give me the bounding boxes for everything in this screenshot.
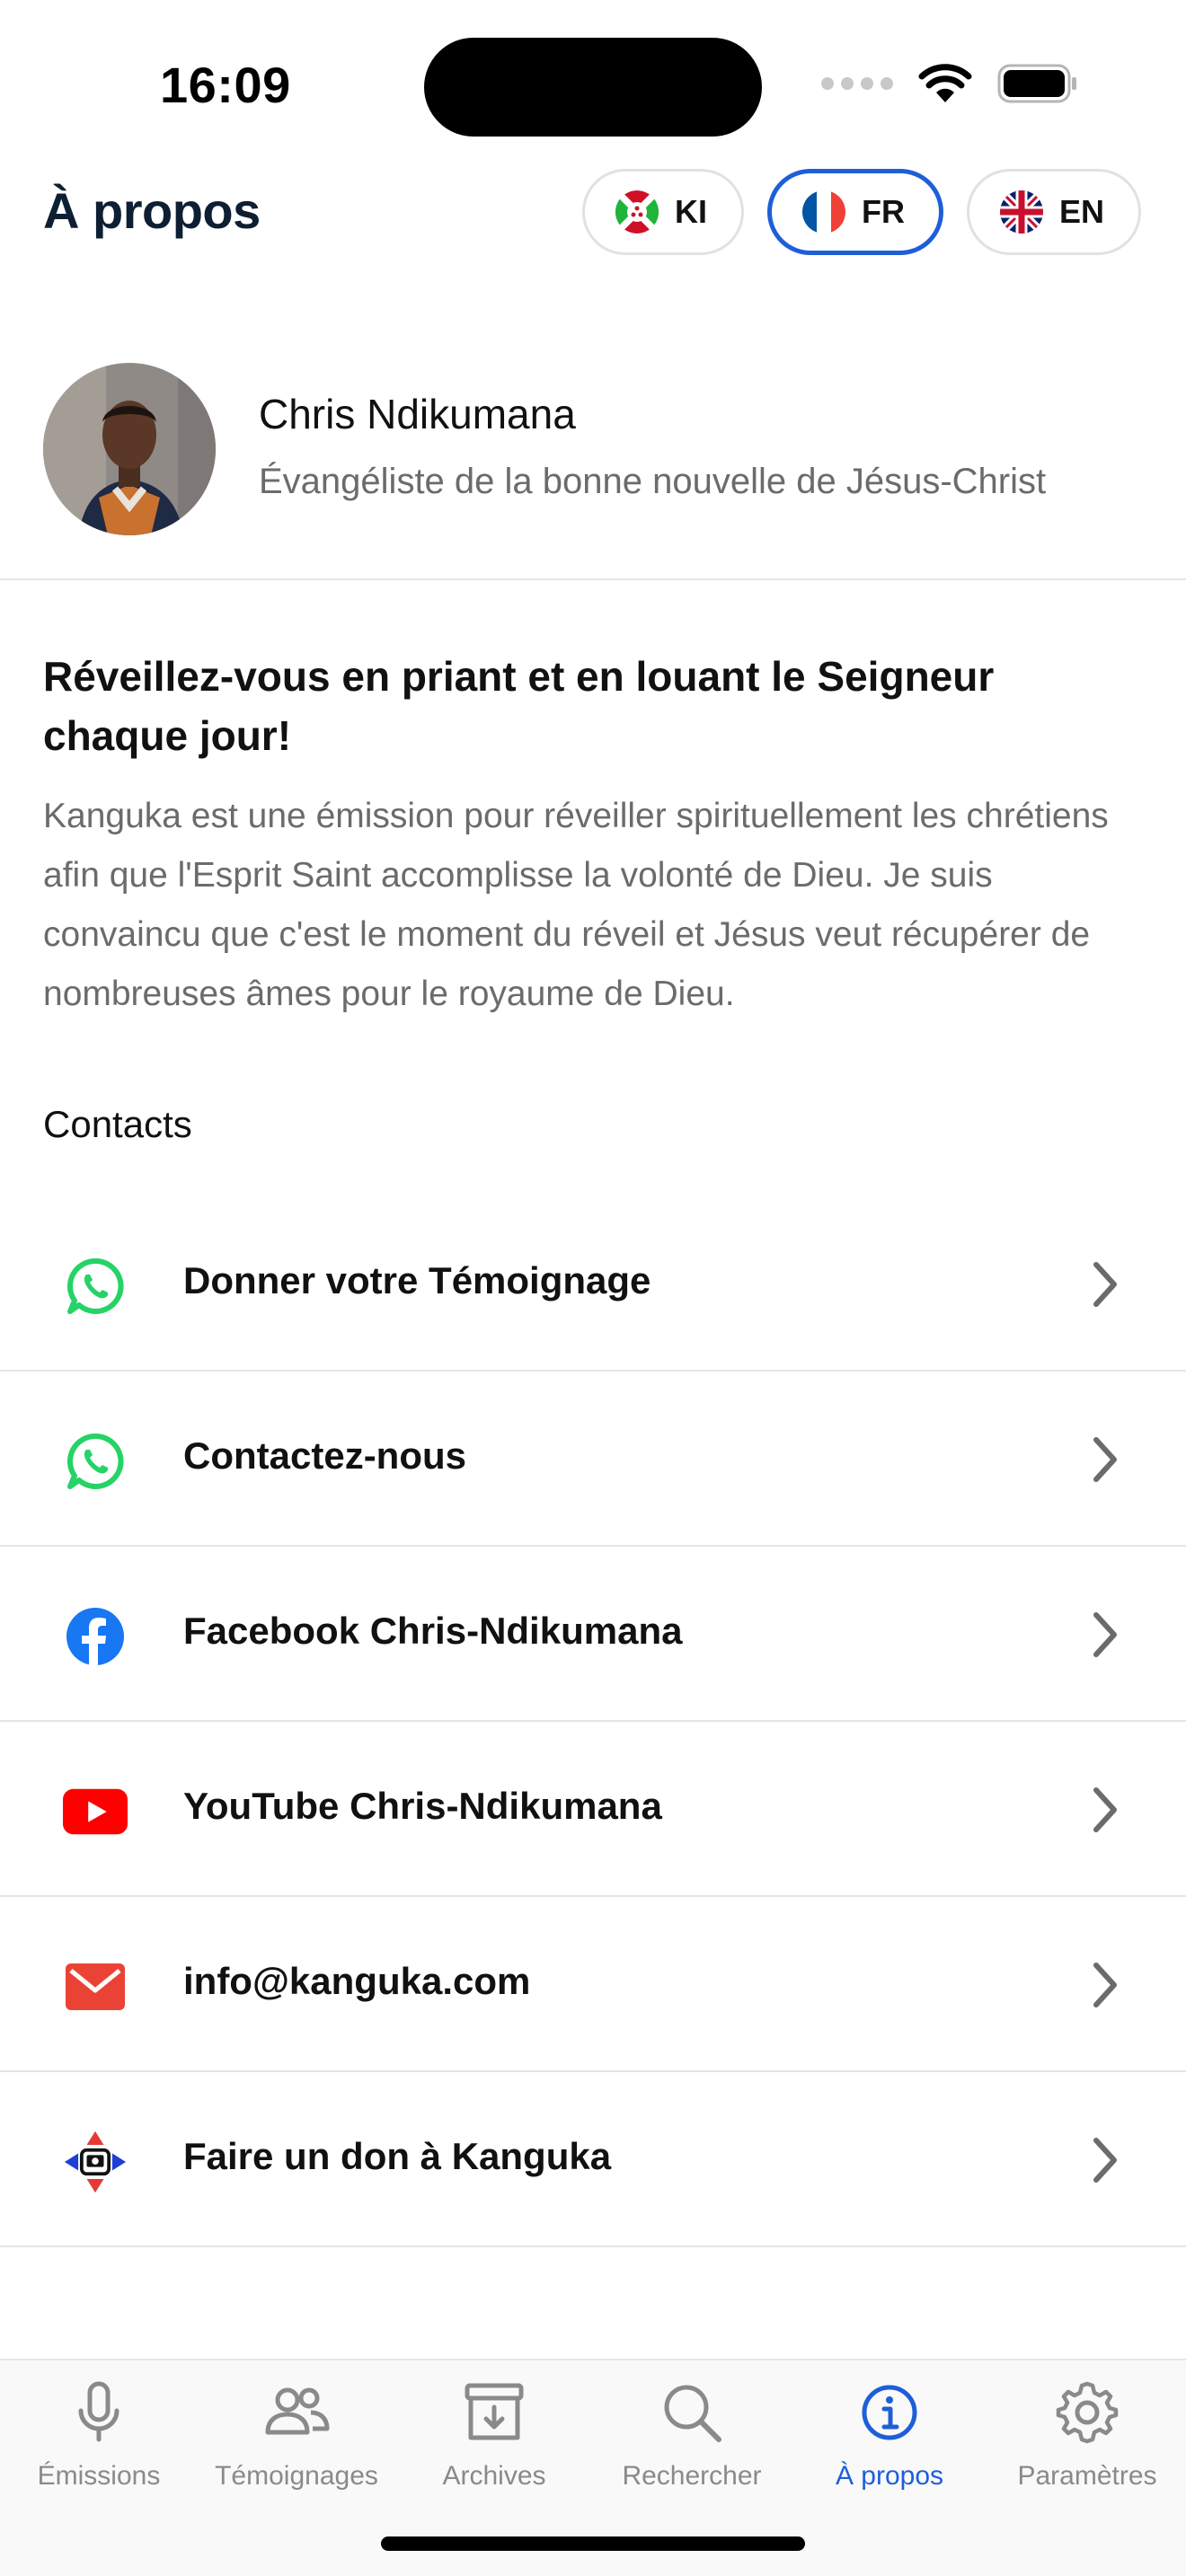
- page-title: À propos: [43, 182, 261, 239]
- contact-row-donate[interactable]: Faire un don à Kanguka: [0, 2072, 1186, 2247]
- tab-label: Rechercher: [622, 2461, 762, 2491]
- search-icon: [664, 2385, 721, 2442]
- status-indicators: [821, 63, 1078, 104]
- contact-label: Contactez-nous: [183, 1434, 466, 1477]
- tab-parametres[interactable]: Paramètres: [988, 2378, 1186, 2492]
- wifi-icon: [918, 64, 972, 102]
- contact-label: Facebook Chris-Ndikumana: [183, 1610, 683, 1652]
- uk-flag-icon: [999, 190, 1043, 234]
- home-indicator[interactable]: [381, 2536, 805, 2551]
- chevron-right-icon: [1093, 1437, 1117, 1482]
- language-fr-label: FR: [861, 193, 905, 230]
- archive-icon: [465, 2383, 524, 2440]
- tab-archives[interactable]: Archives: [395, 2378, 593, 2492]
- tab-temoignages[interactable]: Témoignages: [198, 2378, 395, 2492]
- gear-icon: [1056, 2381, 1119, 2444]
- tab-label: Archives: [442, 2461, 546, 2491]
- contact-label: Donner votre Témoignage: [183, 1259, 651, 1301]
- about-headline: Réveillez-vous en priant et en louant le…: [43, 653, 995, 759]
- battery-icon: [997, 64, 1076, 103]
- cellular-signal-icon: [821, 77, 893, 90]
- language-fr-button[interactable]: FR: [766, 169, 943, 255]
- whatsapp-icon: [63, 1254, 128, 1319]
- avatar: [43, 363, 216, 535]
- donate-icon: [63, 2130, 128, 2194]
- tab-emissions[interactable]: Émissions: [0, 2378, 198, 2492]
- tab-label: Témoignages: [215, 2461, 378, 2491]
- chevron-right-icon: [1093, 1787, 1117, 1832]
- chevron-right-icon: [1093, 2138, 1117, 2183]
- facebook-icon: [63, 1604, 128, 1669]
- contact-label: Faire un don à Kanguka: [183, 2135, 612, 2177]
- tab-label: À propos: [835, 2461, 944, 2491]
- language-selector: KI FR EN: [581, 169, 1141, 255]
- contact-row-contact-us[interactable]: Contactez-nous: [0, 1372, 1186, 1547]
- about-description: Kanguka est une émission pour réveiller …: [43, 797, 1109, 1013]
- status-time: 16:09: [160, 57, 291, 113]
- profile-name: Chris Ndikumana: [259, 391, 576, 437]
- chevron-right-icon: [1093, 1612, 1117, 1657]
- contact-list: Donner votre Témoignage Contactez-nous F…: [0, 1196, 1186, 2247]
- chevron-right-icon: [1093, 1963, 1117, 2007]
- contact-label: info@kanguka.com: [183, 1960, 531, 2002]
- contact-row-youtube[interactable]: YouTube Chris-Ndikumana: [0, 1722, 1186, 1897]
- burundi-flag-icon: [615, 190, 659, 234]
- profile-role: Évangéliste de la bonne nouvelle de Jésu…: [259, 462, 1047, 501]
- tab-a-propos[interactable]: À propos: [791, 2378, 988, 2492]
- contact-row-testimony[interactable]: Donner votre Témoignage: [0, 1196, 1186, 1372]
- chevron-right-icon: [1093, 1262, 1117, 1307]
- contact-label: YouTube Chris-Ndikumana: [183, 1785, 662, 1827]
- tab-label: Émissions: [37, 2461, 161, 2491]
- whatsapp-icon: [63, 1429, 128, 1494]
- contact-row-email[interactable]: info@kanguka.com: [0, 1897, 1186, 2072]
- profile-card: Chris Ndikumana Évangéliste de la bonne …: [0, 359, 1186, 580]
- tab-rechercher[interactable]: Rechercher: [593, 2378, 791, 2492]
- status-bar: 16:09: [0, 0, 1186, 162]
- youtube-icon: [63, 1779, 128, 1844]
- contact-row-facebook[interactable]: Facebook Chris-Ndikumana: [0, 1547, 1186, 1722]
- language-ki-button[interactable]: KI: [581, 169, 744, 255]
- people-icon: [265, 2387, 330, 2435]
- france-flag-icon: [801, 190, 845, 234]
- language-ki-label: KI: [674, 193, 707, 230]
- contacts-section-title: Contacts: [43, 1103, 192, 1145]
- language-en-button[interactable]: EN: [966, 169, 1141, 255]
- mail-icon: [63, 1954, 128, 2019]
- tab-label: Paramètres: [1017, 2461, 1157, 2491]
- language-en-label: EN: [1058, 193, 1104, 230]
- info-icon: [862, 2385, 917, 2440]
- dynamic-island: [424, 38, 762, 137]
- header: À propos KI FR EN: [0, 162, 1186, 269]
- microphone-icon: [78, 2381, 119, 2442]
